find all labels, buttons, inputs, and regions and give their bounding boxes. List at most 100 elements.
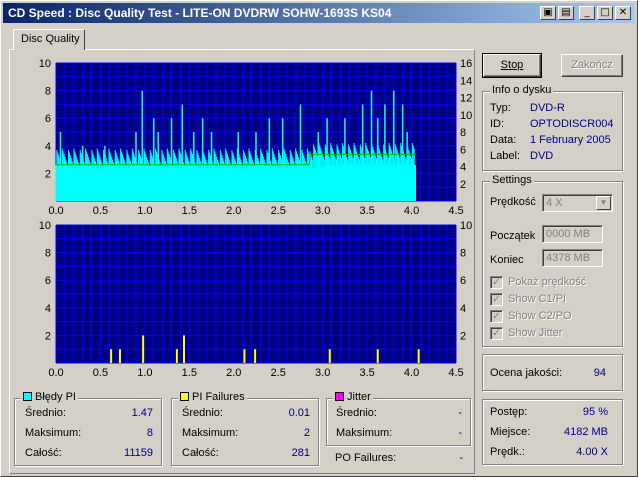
x-tick-label: 1.0: [137, 367, 152, 379]
pi-errors-group: Błędy PI Średnio: 1.47 Maksimum: 8 Całoś…: [14, 391, 162, 466]
progress-label: Postęp:: [490, 406, 528, 418]
jitter-title-wrap: Jitter: [333, 391, 373, 403]
y2-tick-label: 14: [460, 75, 472, 87]
show-speed-checkbox[interactable]: ✓: [490, 276, 503, 289]
quality-score-group: Ocena jakości: 94: [482, 354, 623, 391]
pi-failures-title-wrap: PI Failures: [178, 391, 247, 403]
disc-info-group: Info o dysku Typ: DVD-R ID: OPTODISCR004…: [482, 84, 623, 171]
pi-max-value: 8: [146, 427, 153, 439]
end-field[interactable]: 4378 MB: [542, 249, 603, 267]
pi-errors-title: Błędy PI: [35, 391, 76, 403]
y2-tick-label: 6: [460, 144, 466, 156]
disc-id-label: ID:: [490, 118, 505, 130]
pi-errors-title-wrap: Błędy PI: [21, 391, 78, 403]
pi-avg-label: Średnio:: [25, 407, 66, 419]
y-tick-label: 2: [45, 168, 51, 180]
save-icon[interactable]: ▤: [558, 6, 574, 20]
x-tick-label: 4.0: [404, 367, 419, 379]
disc-id-value: OPTODISCR004: [530, 118, 614, 130]
pif-total-label: Całość:: [182, 447, 219, 459]
jitter-swatch: [335, 392, 344, 401]
minimize-button[interactable]: _: [579, 6, 595, 20]
y-tick-label: 10: [39, 58, 51, 70]
jitter-avg-value: -: [458, 407, 462, 419]
y2-tick-label: 4: [460, 303, 466, 315]
disc-date-value: 1 February 2005: [530, 134, 611, 146]
copy-icon[interactable]: ▣: [540, 6, 556, 20]
x-tick-label: 4.5: [448, 205, 463, 217]
pi-avg-value: 1.47: [131, 407, 153, 419]
y-tick-label: 6: [45, 113, 51, 125]
window-title: CD Speed : Disc Quality Test - LITE-ON D…: [8, 6, 392, 20]
pif-max-value: 2: [303, 427, 310, 439]
show-speed-label: Pokaż prędkość: [508, 276, 587, 288]
pi-errors-swatch: [23, 392, 32, 401]
show-c2po-checkbox[interactable]: ✓: [490, 310, 503, 323]
show-jitter-checkbox[interactable]: ✓: [490, 327, 503, 340]
y2-tick-label: 4: [460, 162, 466, 174]
y2-tick-label: 6: [460, 275, 466, 287]
y2-tick-label: 16: [460, 58, 472, 70]
x-tick-label: 0.0: [48, 205, 63, 217]
jitter-max-value: -: [458, 427, 462, 439]
pi-errors-chart: 0.0 0.5 1.0 1.5 2.0 2.5 3.0 3.5 4.0 4.5 2 4 6 8 10 2 4 6 8…: [39, 58, 473, 217]
speed-select-value: 4 X: [546, 197, 563, 209]
show-c1pi-checkbox[interactable]: ✓: [490, 293, 503, 306]
stop-button-label: Stop: [500, 59, 524, 71]
finish-button[interactable]: Zakończ: [561, 54, 623, 77]
maximize-button[interactable]: □: [597, 6, 613, 20]
x-tick-label: 3.5: [359, 205, 374, 217]
settings-group: Settings Prędkość 4 X ▼ Początek 0000 MB…: [482, 174, 623, 347]
x-tick-label: 4.0: [404, 205, 419, 217]
x-tick-label: 2.0: [226, 205, 241, 217]
title-bar[interactable]: CD Speed : Disc Quality Test - LITE-ON D…: [3, 3, 635, 23]
x-tick-label: 0.0: [48, 367, 63, 379]
speed-select[interactable]: 4 X ▼: [542, 194, 613, 212]
x-tick-label: 1.0: [137, 205, 152, 217]
progress-value: 95 %: [582, 406, 608, 418]
app-window: CD Speed : Disc Quality Test - LITE-ON D…: [0, 0, 638, 477]
x-tick-label: 2.5: [271, 205, 286, 217]
current-speed-label: Prędk.:: [490, 446, 525, 458]
disc-type-value: DVD-R: [530, 102, 565, 114]
show-c1pi-label: Show C1/PI: [508, 293, 567, 305]
stop-button[interactable]: Stop: [482, 53, 542, 78]
chevron-down-icon[interactable]: ▼: [596, 196, 611, 210]
pi-failures-swatch: [180, 392, 189, 401]
show-jitter-label: Show Jitter: [508, 327, 563, 339]
pi-failures-group: PI Failures Średnio: 0.01 Maksimum: 2 Ca…: [171, 391, 319, 466]
pi-total-label: Całość:: [25, 447, 62, 459]
jitter-avg-label: Średnio:: [336, 407, 377, 419]
y-tick-label: 8: [45, 248, 51, 260]
pif-total-value: 281: [291, 447, 310, 459]
position-label: Miejsce:: [490, 426, 531, 438]
disc-label-value: DVD: [530, 150, 554, 162]
po-failures-value: -: [459, 452, 463, 464]
pif-avg-label: Średnio:: [182, 407, 223, 419]
close-button[interactable]: ✕: [615, 6, 631, 20]
pi-total-value: 11159: [124, 447, 153, 459]
po-failures-label: PO Failures:: [335, 452, 397, 464]
x-tick-label: 2.5: [271, 367, 286, 379]
current-speed-value: 4.00 X: [576, 446, 608, 458]
pif-avg-value: 0.01: [288, 407, 310, 419]
quality-score-label: Ocena jakości:: [490, 367, 563, 379]
jitter-max-label: Maksimum:: [336, 427, 393, 439]
disc-type-label: Typ:: [490, 102, 511, 114]
quality-score-value: 94: [593, 367, 606, 379]
end-label: Koniec: [490, 254, 524, 266]
x-tick-label: 3.0: [315, 367, 330, 379]
speed-label: Prędkość: [490, 196, 536, 208]
start-field[interactable]: 0000 MB: [542, 225, 603, 243]
pi-failures-title: PI Failures: [192, 391, 245, 403]
settings-title: Settings: [490, 174, 534, 186]
tab-disc-quality[interactable]: Disc Quality: [13, 29, 85, 50]
y2-tick-label: 10: [460, 110, 472, 122]
y-tick-label: 6: [45, 275, 51, 287]
x-tick-label: 1.5: [182, 205, 197, 217]
x-tick-label: 3.5: [359, 367, 374, 379]
x-tick-label: 4.5: [448, 367, 463, 379]
disc-date-label: Data:: [490, 134, 517, 146]
disc-label-label: Label:: [490, 150, 520, 162]
y2-tick-label: 2: [460, 179, 466, 191]
